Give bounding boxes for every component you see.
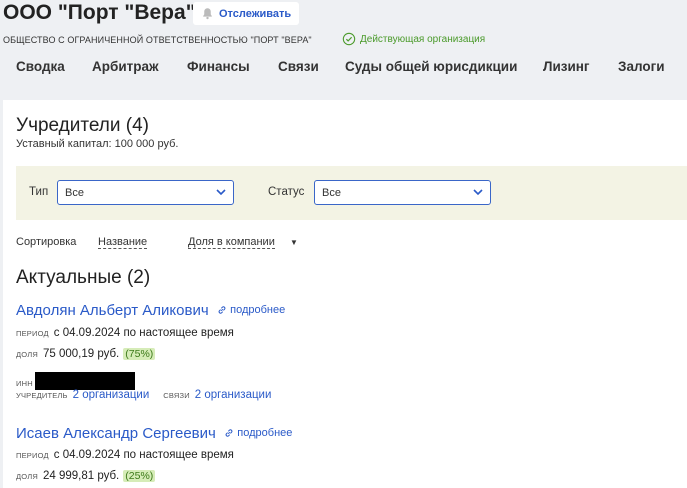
tab-finance[interactable]: Финансы <box>187 59 250 74</box>
sort-desc-icon: ▼ <box>290 238 298 247</box>
more-link[interactable]: подробнее <box>224 427 292 439</box>
period-row: период с 04.09.2024 по настоящее время <box>16 449 234 461</box>
share-key: доля <box>16 350 38 359</box>
period-key: период <box>16 329 49 338</box>
check-circle-icon <box>342 32 356 46</box>
status-filter-label: Статус <box>268 186 305 198</box>
link-icon <box>225 429 233 437</box>
share-value: 75 000,19 руб. <box>42 348 120 360</box>
inn-row: инн <box>16 368 135 390</box>
founder-item: Исаев Александр Сергеевич подробнее <box>16 425 292 443</box>
period-key: период <box>16 451 49 460</box>
relations-row: учредитель 2 организации связи 2 организ… <box>16 389 285 401</box>
sort-label: Сортировка <box>16 236 77 248</box>
founder-key: учредитель <box>16 391 68 400</box>
nav-tabs: Сводка Арбитраж Финансы Связи Суды общей… <box>0 59 687 79</box>
tab-leasing[interactable]: Лизинг <box>543 59 590 74</box>
period-row: период с 04.09.2024 по настоящее время <box>16 327 234 339</box>
share-key: доля <box>16 472 38 481</box>
tab-connections[interactable]: Связи <box>278 59 319 74</box>
sort-by-name[interactable]: Название <box>98 236 148 249</box>
founder-orgs-link[interactable]: 2 организации <box>73 389 150 401</box>
type-filter-label: Тип <box>29 186 49 198</box>
share-value: 24 999,81 руб. <box>42 470 120 482</box>
follow-button[interactable]: Отслеживать <box>193 2 300 25</box>
period-value: с 04.09.2024 по настоящее время <box>53 449 234 461</box>
period-value: с 04.09.2024 по настоящее время <box>53 327 234 339</box>
share-row: доля 75 000,19 руб. (75%) <box>16 348 156 360</box>
company-header: ООО "Порт "Вера" Отслеживать ОБЩЕСТВО С … <box>0 0 687 96</box>
company-full-name: ОБЩЕСТВО С ОГРАНИЧЕННОЙ ОТВЕТСТВЕННОСТЬЮ… <box>3 35 312 45</box>
founder-name[interactable]: Авдолян Альберт Аликович <box>16 302 209 319</box>
tab-pledges[interactable]: Залоги <box>618 59 665 74</box>
share-percent-badge: (75%) <box>123 348 156 360</box>
follow-label: Отслеживать <box>219 7 292 20</box>
founder-item: Авдолян Альберт Аликович подробнее <box>16 302 285 320</box>
status-text: Действующая организация <box>360 33 486 45</box>
more-label: подробнее <box>230 304 286 316</box>
status-select[interactable]: Все <box>314 180 491 205</box>
capital-text: Уставный капитал: 100 000 руб. <box>16 138 179 150</box>
status-badge: Действующая организация <box>342 32 485 46</box>
filters-panel: Тип Все Статус Все <box>16 166 687 220</box>
tab-general-courts[interactable]: Суды общей юрисдикции <box>345 59 517 74</box>
founders-card: Учредители (4) Уставный капитал: 100 000… <box>3 100 687 488</box>
chevron-down-icon <box>216 189 226 196</box>
section-title: Актуальные (2) <box>16 267 151 288</box>
status-select-value: Все <box>322 187 341 199</box>
redacted-inn <box>34 372 135 390</box>
type-select[interactable]: Все <box>57 180 234 205</box>
type-select-value: Все <box>65 187 84 199</box>
founder-name[interactable]: Исаев Александр Сергеевич <box>16 425 216 442</box>
link-icon <box>218 306 226 314</box>
sort-by-share[interactable]: Доля в компании <box>188 236 275 249</box>
bell-icon <box>203 8 212 20</box>
more-label: подробнее <box>237 427 293 439</box>
chevron-down-icon <box>473 189 483 196</box>
share-row: доля 24 999,81 руб. (25%) <box>16 470 156 482</box>
more-link[interactable]: подробнее <box>217 304 285 316</box>
links-key: связи <box>163 391 190 400</box>
tab-summary[interactable]: Сводка <box>16 59 65 74</box>
tab-arbitration[interactable]: Арбитраж <box>92 59 159 74</box>
links-orgs-link[interactable]: 2 организации <box>195 389 272 401</box>
inn-key: инн <box>16 379 33 388</box>
company-name: ООО "Порт "Вера" <box>3 1 196 24</box>
page-title: Учредители (4) <box>16 115 150 136</box>
share-percent-badge: (25%) <box>123 470 156 482</box>
